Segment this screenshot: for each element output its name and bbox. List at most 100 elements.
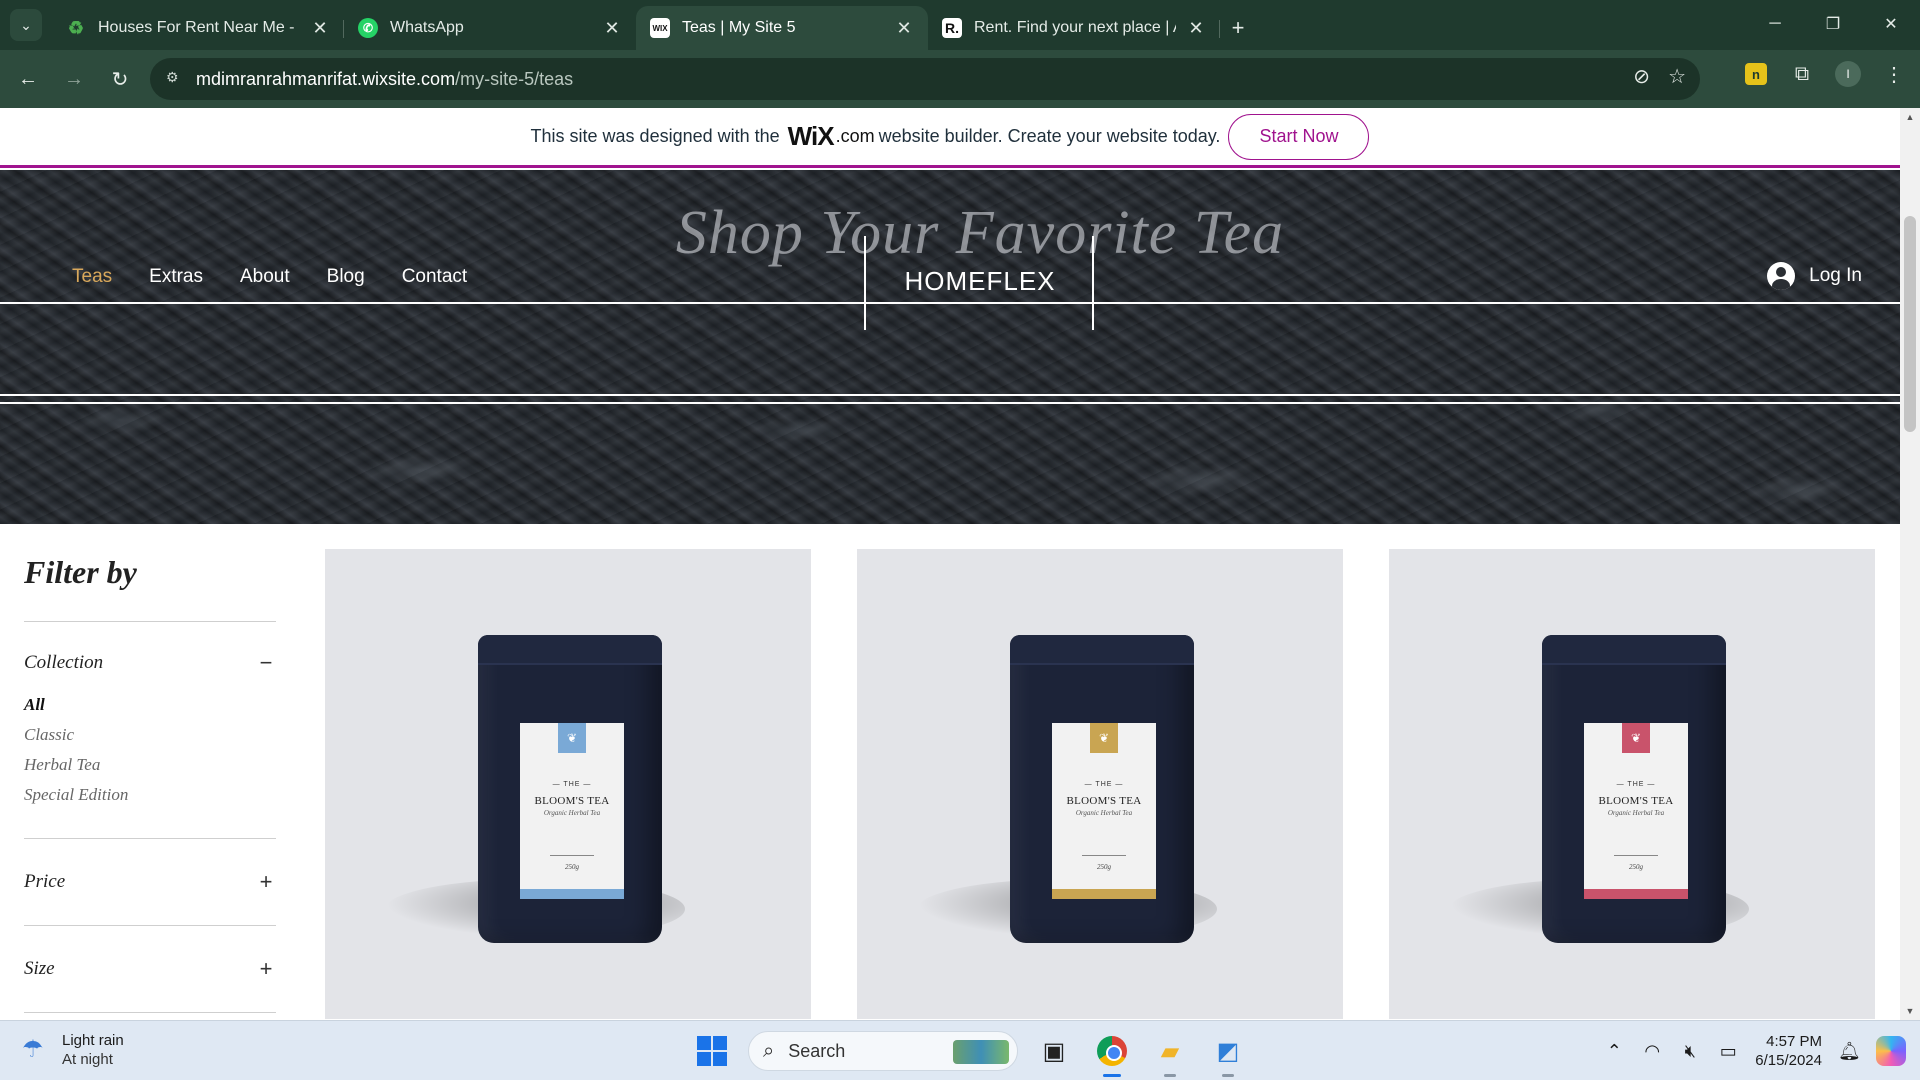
collapse-minus-icon[interactable]: − [256,650,276,676]
url-path: /my-site-5/teas [455,68,574,89]
wix-banner-text-after: website builder. Create your website tod… [878,126,1221,146]
collection-item-classic[interactable]: Classic [24,720,276,750]
address-bar[interactable]: ⚙ mdimranrahmanrifat.wixsite.com/my-site… [150,58,1700,100]
eye-off-icon[interactable]: ⊘ [1633,64,1650,89]
price-label: Price [24,871,66,892]
leaf-icon: ❦ [1622,723,1650,753]
task-view-icon[interactable]: ▣ [1032,1029,1076,1073]
more-menu-icon[interactable]: ⋮ [1878,58,1910,90]
product-label-name: BLOOM'S TEA [1066,795,1142,807]
taskbar-apps: ⌕ Search ▣ ▰ ◩ [690,1029,1250,1077]
browser-tab-bar: ⌄ ♻ Houses For Rent Near Me - Find ✕ ✆ W… [0,0,1920,50]
restore-button[interactable]: ❐ [1804,0,1862,48]
product-label-the: — THE — [1616,781,1656,788]
collection-section-toggle[interactable]: Collection − [24,650,276,676]
expand-plus-icon[interactable]: + [256,956,276,982]
tea-pouch-image: ❦ — THE — BLOOM'S TEA Organic Herbal Tea… [1542,635,1726,943]
tab-title: Houses For Rent Near Me - Find [98,19,300,36]
battery-icon[interactable]: ▭ [1717,1041,1739,1062]
browser-toolbar: ← → ↻ ⚙ mdimranrahmanrifat.wixsite.com/m… [0,50,1920,108]
photos-app-icon[interactable]: ◩ [1206,1029,1250,1077]
rent-favicon-icon: R. [942,18,962,38]
tab-rent-find-place[interactable]: R. Rent. Find your next place | Apa ✕ [928,6,1220,50]
nav-contact[interactable]: Contact [402,266,467,288]
bookmark-star-icon[interactable]: ☆ [1668,64,1686,89]
close-tab-icon[interactable]: ✕ [310,18,330,39]
scroll-down-arrow-icon[interactable]: ▼ [1905,1006,1915,1016]
price-section-toggle[interactable]: Price + [24,869,276,895]
tab-whatsapp[interactable]: ✆ WhatsApp ✕ [344,6,636,50]
window-controls: ─ ❐ ✕ [1746,0,1920,48]
nav-teas[interactable]: Teas [72,266,112,288]
tab-teas-my-site[interactable]: WIX Teas | My Site 5 ✕ [636,6,928,50]
close-tab-icon[interactable]: ✕ [602,18,622,39]
clock[interactable]: 4:57 PM 6/15/2024 [1755,1032,1822,1070]
scroll-thumb[interactable] [1904,216,1916,432]
collection-item-all[interactable]: All [24,690,276,720]
scroll-up-arrow-icon[interactable]: ▲ [1905,112,1915,122]
divider [24,838,276,839]
login-label: Log In [1809,265,1862,286]
expand-plus-icon[interactable]: + [256,869,276,895]
profile-avatar[interactable]: I [1832,58,1864,90]
forward-button[interactable]: → [54,59,94,99]
size-section-toggle[interactable]: Size + [24,956,276,982]
close-tab-icon[interactable]: ✕ [1186,18,1206,39]
weather-widget[interactable]: ☂ Light rain At night [22,1031,124,1069]
extension-badge-icon[interactable]: n [1740,58,1772,90]
start-windows-icon[interactable] [690,1029,734,1073]
back-button[interactable]: ← [8,59,48,99]
filter-sidebar: Filter by Collection − All Classic Herba… [24,548,276,1013]
nav-about[interactable]: About [240,266,290,288]
page-viewport: This site was designed with the WiX .com … [0,108,1920,1020]
system-tray: ⌃ ◠ 🔇︎ ▭ 4:57 PM 6/15/2024 🔔︎ [1603,1021,1920,1081]
wix-banner-text-before: This site was designed with the [530,126,780,146]
copilot-icon[interactable] [1876,1036,1906,1066]
tab-title: WhatsApp [390,19,464,36]
chevron-up-icon[interactable]: ⌃ [1603,1041,1625,1062]
tab-search-button[interactable]: ⌄ [10,9,42,41]
header-bottom-line [0,394,1900,396]
product-card[interactable]: ❦ — THE — BLOOM'S TEA Organic Herbal Tea… [1389,549,1875,1019]
tab-strip: ♻ Houses For Rent Near Me - Find ✕ ✆ Wha… [52,6,1256,50]
divider [24,621,276,622]
product-label-sub: Organic Herbal Tea [543,809,601,817]
speaker-muted-icon[interactable]: 🔇︎ [1679,1041,1701,1062]
nav-blog[interactable]: Blog [327,266,365,288]
chevron-down-icon: ⌄ [20,16,32,33]
tab-houses-for-rent[interactable]: ♻ Houses For Rent Near Me - Find ✕ [52,6,344,50]
wifi-icon[interactable]: ◠ [1641,1041,1663,1062]
start-now-button[interactable]: Start Now [1228,113,1370,160]
notification-bell-icon[interactable]: 🔔︎ [1838,1041,1861,1062]
collection-list: All Classic Herbal Tea Special Edition [24,690,276,810]
tea-pouch-image: ❦ — THE — BLOOM'S TEA Organic Herbal Tea… [478,635,662,943]
nav-extras[interactable]: Extras [149,266,203,288]
product-card[interactable]: ❦ — THE — BLOOM'S TEA Organic Herbal Tea… [857,549,1343,1019]
minimize-button[interactable]: ─ [1746,0,1804,48]
close-tab-icon[interactable]: ✕ [894,18,914,39]
product-label-weight: 250g [1097,863,1111,871]
site-brand[interactable]: HOMEFLEX [866,266,1094,297]
header-bottom-line-2 [0,402,1900,404]
product-label-weight: 250g [565,863,579,871]
file-explorer-icon[interactable]: ▰ [1148,1029,1192,1077]
collection-item-special-edition[interactable]: Special Edition [24,780,276,810]
wix-logo: WiX [787,121,835,151]
search-icon: ⌕ [763,1039,775,1062]
windows-taskbar: ☂ Light rain At night ⌕ Search ▣ ▰ ◩ ⌃ ◠… [0,1020,1920,1080]
user-avatar-icon [1767,262,1796,290]
taskbar-search[interactable]: ⌕ Search [748,1031,1018,1071]
site-settings-icon[interactable]: ⚙ [166,69,186,89]
collection-item-herbal-tea[interactable]: Herbal Tea [24,750,276,780]
close-window-button[interactable]: ✕ [1862,0,1920,48]
weather-title: Light rain [62,1032,124,1049]
reload-button[interactable]: ↻ [100,59,140,99]
login-button[interactable]: Log In [1767,262,1862,290]
url-host: mdimranrahmanrifat.wixsite.com [196,68,456,89]
product-card[interactable]: ❦ — THE — BLOOM'S TEA Organic Herbal Tea… [325,549,811,1019]
extensions-puzzle-icon[interactable]: ⧉ [1786,58,1818,90]
page-scrollbar[interactable]: ▲ ▼ [1900,108,1920,1020]
new-tab-button[interactable]: + [1220,6,1256,50]
whatsapp-icon: ✆ [358,18,378,38]
chrome-taskbar-icon[interactable] [1090,1029,1134,1077]
